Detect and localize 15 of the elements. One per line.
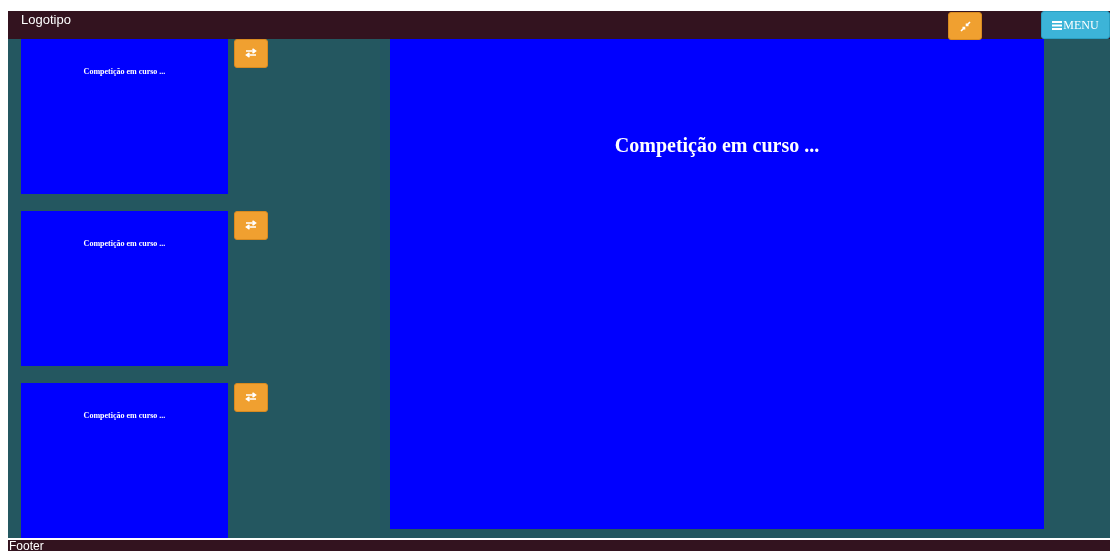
menu-icon	[1052, 20, 1063, 30]
menu-button[interactable]: MENU	[1041, 11, 1110, 39]
thumbnail-caption: Competição em curso ...	[83, 238, 166, 249]
thumbnail-caption: Competição em curso ...	[83, 66, 166, 77]
main-caption: Competição em curso ...	[614, 133, 820, 158]
swap-button[interactable]	[234, 210, 268, 240]
swap-icon	[245, 392, 257, 403]
thumbnail-caption: Competição em curso ...	[83, 410, 166, 421]
footer-text: Footer	[9, 539, 44, 551]
swap-icon	[245, 48, 257, 59]
diagonal-arrows-icon	[959, 20, 971, 32]
swap-button[interactable]	[234, 38, 268, 68]
logo-text: Logotipo	[21, 12, 71, 27]
swap-button[interactable]	[234, 382, 268, 412]
swap-icon	[245, 220, 257, 231]
